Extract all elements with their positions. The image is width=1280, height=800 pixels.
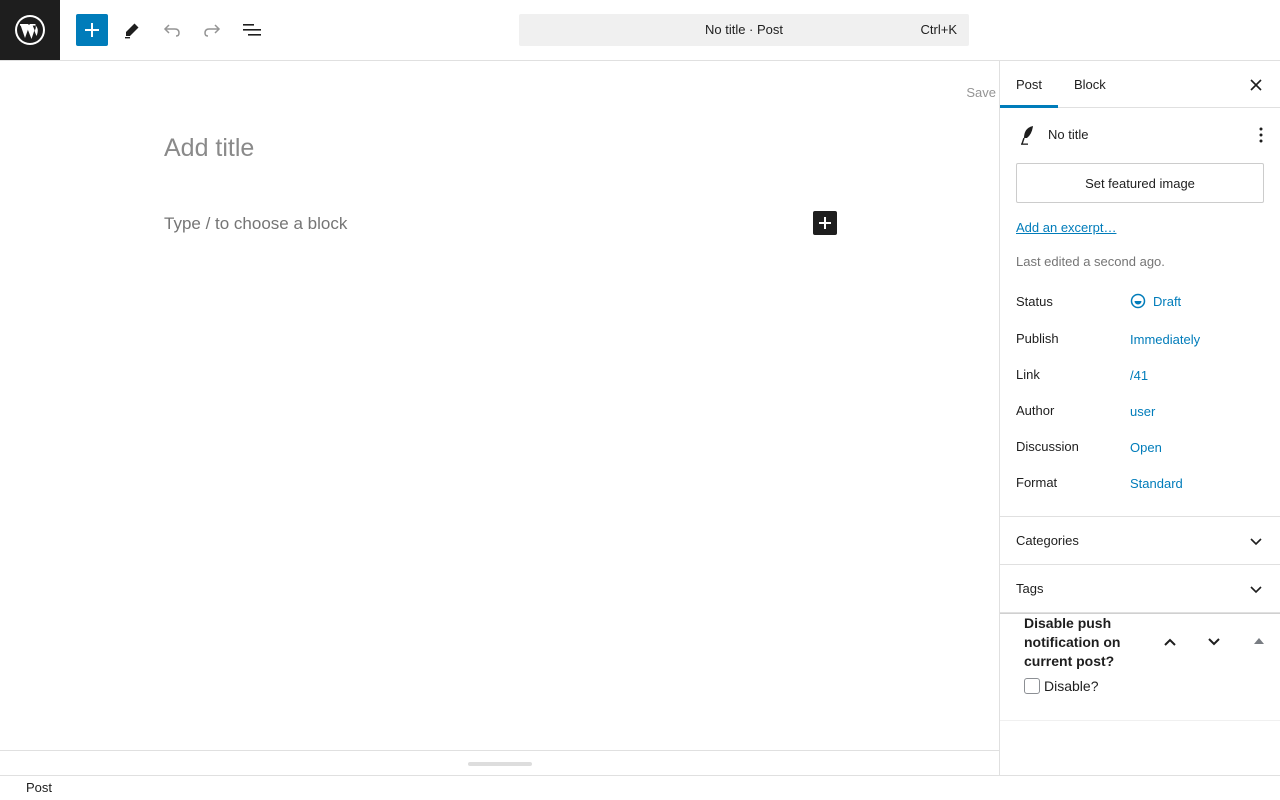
- resize-handle[interactable]: [468, 762, 532, 766]
- disable-push-checkbox-row[interactable]: Disable?: [1024, 678, 1098, 694]
- collapse-toggle-icon[interactable]: [1254, 638, 1264, 644]
- save-draft-button[interactable]: Save: [966, 85, 996, 100]
- last-edited-text: Last edited a second ago.: [1016, 254, 1165, 269]
- sidebar-tabs: Post Block: [1000, 61, 1280, 108]
- meta-label: Publish: [1016, 331, 1059, 346]
- meta-row-format: Format Standard: [1016, 475, 1265, 495]
- meta-row-author: Author user: [1016, 403, 1265, 423]
- meta-label: Format: [1016, 475, 1058, 490]
- meta-row-status: Status Draft: [1016, 294, 1265, 314]
- link-value-button[interactable]: /41: [1130, 368, 1148, 383]
- format-value-button[interactable]: Standard: [1130, 476, 1183, 491]
- breadcrumb-post[interactable]: Post: [26, 780, 52, 795]
- discussion-value-button[interactable]: Open: [1130, 440, 1162, 455]
- meta-row-link: Link /41: [1016, 367, 1265, 387]
- undo-icon: [163, 24, 180, 37]
- tools-button[interactable]: [116, 14, 148, 46]
- meta-label: Status: [1016, 294, 1053, 309]
- document-title: No title · Post: [704, 22, 784, 37]
- push-notification-metabox: Disable push notification on current pos…: [1000, 613, 1280, 721]
- plus-icon: [85, 23, 99, 37]
- metabox-resize-area: [0, 750, 999, 775]
- list-view-icon: [243, 24, 261, 36]
- categories-panel-toggle[interactable]: Categories: [1000, 517, 1280, 565]
- undo-button[interactable]: [156, 14, 188, 46]
- wordpress-logo-button[interactable]: [0, 0, 60, 60]
- panel-label: Categories: [1016, 533, 1079, 548]
- tab-post[interactable]: Post: [1000, 61, 1058, 108]
- close-icon: [1250, 79, 1262, 91]
- meta-row-publish: Publish Immediately: [1016, 331, 1265, 351]
- chevron-up-icon[interactable]: [1160, 632, 1180, 652]
- plus-icon: [819, 217, 831, 229]
- add-excerpt-link[interactable]: Add an excerpt…: [1016, 220, 1116, 235]
- editor-header: No title · Post Ctrl+K: [0, 0, 1280, 61]
- command-shortcut: Ctrl+K: [920, 22, 957, 37]
- tab-block[interactable]: Block: [1058, 61, 1122, 108]
- post-card: No title: [1016, 124, 1265, 146]
- meta-row-discussion: Discussion Open: [1016, 439, 1265, 459]
- checkbox-label: Disable?: [1044, 678, 1099, 694]
- post-card-title: No title: [1048, 127, 1089, 142]
- publish-value-button[interactable]: Immediately: [1130, 332, 1200, 347]
- pencil-icon: [125, 23, 139, 39]
- block-add-button[interactable]: [813, 211, 837, 235]
- meta-label: Author: [1016, 403, 1055, 418]
- settings-sidebar: Post Block No title Set featured image A…: [999, 61, 1280, 775]
- redo-icon: [204, 24, 221, 37]
- post-title-input[interactable]: Add title: [164, 134, 254, 163]
- close-sidebar-button[interactable]: [1244, 73, 1268, 97]
- wordpress-logo-icon: [15, 15, 45, 45]
- disable-push-checkbox[interactable]: [1024, 678, 1040, 694]
- set-featured-image-button[interactable]: Set featured image: [1016, 163, 1264, 203]
- block-inserter-button[interactable]: [76, 14, 108, 46]
- chevron-down-icon: [1250, 538, 1262, 546]
- author-value-button[interactable]: user: [1130, 404, 1155, 419]
- meta-value: Draft: [1153, 293, 1182, 309]
- chevron-down-icon[interactable]: [1204, 632, 1224, 652]
- status-value-button[interactable]: Draft: [1130, 293, 1181, 309]
- editor-footer: Post: [0, 775, 1280, 800]
- meta-label: Link: [1016, 367, 1040, 382]
- post-summary-panel: No title Set featured image Add an excer…: [1000, 108, 1280, 517]
- chevron-down-icon: [1250, 586, 1262, 594]
- editor-canvas: Save Add title Type / to choose a block: [0, 61, 999, 750]
- panel-label: Tags: [1016, 581, 1044, 596]
- meta-label: Discussion: [1016, 439, 1079, 454]
- list-view-button[interactable]: [236, 14, 268, 46]
- draft-status-icon: [1130, 293, 1146, 309]
- tags-panel-toggle[interactable]: Tags: [1000, 565, 1280, 613]
- post-feather-icon: [1021, 126, 1033, 145]
- block-appender-input[interactable]: Type / to choose a block: [164, 214, 347, 234]
- push-metabox-title: Disable push notification on current pos…: [1024, 615, 1121, 669]
- redo-button[interactable]: [196, 14, 228, 46]
- more-vertical-icon[interactable]: [1245, 124, 1265, 146]
- command-palette-bar[interactable]: No title · Post Ctrl+K: [519, 14, 969, 46]
